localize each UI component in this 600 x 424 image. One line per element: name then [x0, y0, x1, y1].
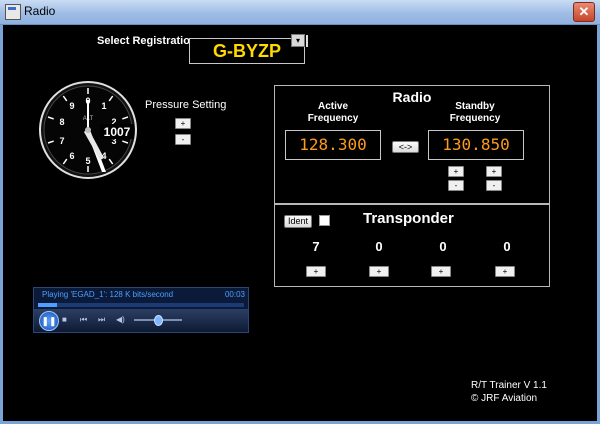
pressure-increase-button[interactable]: +: [175, 118, 191, 129]
volume-icon[interactable]: ◀): [116, 315, 125, 324]
standby-mhz-increase-button[interactable]: +: [448, 166, 464, 177]
dial-number: 8: [59, 117, 64, 127]
client-area: Select Registration G-BYZP ▾ 0 1: [3, 25, 597, 421]
squawk-digit-4-increase[interactable]: +: [495, 266, 515, 277]
text-cursor: [306, 35, 308, 47]
previous-icon[interactable]: ⏮: [80, 315, 87, 325]
title-bar[interactable]: Radio ✕: [0, 0, 600, 25]
active-label-line1: Active: [317, 101, 348, 112]
version-text: R/T Trainer V 1.1: [471, 380, 547, 391]
active-frequency-label: Active Frequency: [285, 101, 381, 125]
standby-mhz-decrease-button[interactable]: -: [448, 180, 464, 191]
active-label-line2: Frequency: [307, 113, 359, 124]
altimeter-gauge: 0 1 2 3 4 5 6 7 8 9 ALT 1007: [39, 81, 137, 179]
ident-checkbox[interactable]: [319, 215, 330, 226]
active-frequency-display: 128.300: [285, 130, 381, 160]
close-button[interactable]: ✕: [573, 2, 595, 22]
pause-button[interactable]: ❚❚: [39, 311, 59, 331]
seek-progress: [38, 303, 57, 307]
registration-label: Select Registration: [97, 35, 197, 47]
chevron-down-icon[interactable]: ▾: [291, 34, 305, 47]
pressure-decrease-button[interactable]: -: [175, 134, 191, 145]
media-player: Playing 'EGAD_1': 128 K bits/second 00:0…: [33, 287, 249, 333]
squawk-digit-3-increase[interactable]: +: [431, 266, 451, 277]
app-icon: [5, 4, 21, 20]
stop-icon[interactable]: ■: [62, 315, 67, 324]
standby-frequency-display: 130.850: [428, 130, 524, 160]
window-title: Radio: [24, 4, 56, 18]
seek-bar[interactable]: [38, 303, 244, 307]
swap-frequency-button[interactable]: <->: [392, 141, 419, 153]
transponder-title: Transponder: [363, 210, 454, 227]
squawk-digit-1-increase[interactable]: +: [306, 266, 326, 277]
standby-khz-increase-button[interactable]: +: [486, 166, 502, 177]
radio-panel: Radio Active Frequency Standby Frequency…: [274, 85, 550, 204]
squawk-digit-2-increase[interactable]: +: [369, 266, 389, 277]
volume-thumb[interactable]: [154, 315, 163, 326]
dial-number: 9: [69, 101, 74, 111]
squawk-digit-1: 7: [312, 239, 320, 254]
dial-number: 1: [101, 101, 106, 111]
squawk-digit-2: 0: [375, 239, 383, 254]
standby-khz-decrease-button[interactable]: -: [486, 180, 502, 191]
dial-number: 7: [59, 136, 64, 146]
player-controls: ❚❚ ■ ⏮ ⏭ ◀): [34, 309, 248, 332]
squawk-digit-4: 0: [503, 239, 511, 254]
ident-button[interactable]: Ident: [284, 215, 312, 228]
pressure-readout: 1007: [104, 125, 131, 139]
playback-status: Playing 'EGAD_1': 128 K bits/second: [42, 290, 174, 299]
copyright-text: © JRF Aviation: [471, 393, 538, 404]
squawk-digit-3: 0: [439, 239, 447, 254]
playback-time: 00:03: [224, 290, 245, 299]
pressure-setting-label: Pressure Setting: [145, 99, 227, 111]
standby-label-line1: Standby: [455, 101, 495, 112]
standby-frequency-label: Standby Frequency: [427, 101, 523, 125]
standby-label-line2: Frequency: [449, 113, 501, 124]
registration-select[interactable]: G-BYZP: [189, 38, 305, 64]
app-window: Radio ✕ Select Registration G-BYZP ▾ 1 2…: [0, 0, 600, 424]
dial-number: 5: [85, 156, 90, 166]
next-icon[interactable]: ⏭: [98, 315, 105, 325]
dial-number: 6: [69, 151, 74, 161]
transponder-panel: Ident Transponder 7 0 0 0 + + + +: [274, 204, 550, 287]
